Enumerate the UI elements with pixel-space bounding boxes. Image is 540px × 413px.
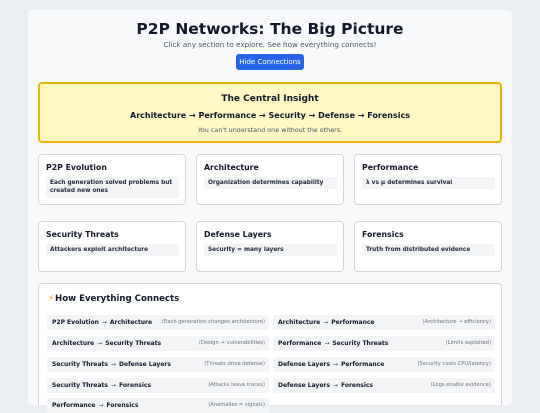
page-subtitle: Click any section to explore. See how ev… <box>163 40 377 49</box>
connection-from: Performance <box>278 340 322 347</box>
connection-note: (Design → vulnerabilities) <box>198 340 265 346</box>
connection-from: Performance <box>52 402 96 409</box>
connection-to: Security Threats <box>332 340 389 347</box>
section-card-security-threats[interactable]: Security Threats Attackers exploit archi… <box>38 221 186 272</box>
section-title: Defense Layers <box>204 230 272 239</box>
arrow-icon: → <box>101 319 107 326</box>
arrow-icon: → <box>97 340 103 347</box>
hide-connections-button[interactable]: Hide Connections <box>236 54 304 70</box>
connections-title-text: How Everything Connects <box>55 294 180 304</box>
connection-from: Defense Layers <box>278 361 330 368</box>
connection-row[interactable]: Security Threats → Defense Layers (Threats… <box>47 357 269 372</box>
connection-row[interactable]: Architecture → Security Threats (Design → … <box>47 336 269 351</box>
connection-from: Security Threats <box>52 361 108 368</box>
insight-title: The Central Insight <box>221 94 319 104</box>
connection-to: Forensics <box>340 382 374 389</box>
section-summary: Security = many layers <box>204 244 337 257</box>
section-title: P2P Evolution <box>46 163 107 172</box>
arrow-icon: → <box>110 361 117 368</box>
section-card-forensics[interactable]: Forensics Truth from distributed evidenc… <box>354 221 502 272</box>
section-card-performance[interactable]: Performance λ vs μ determines survival <box>354 154 502 205</box>
section-title: Architecture <box>204 163 259 172</box>
connection-to: Architecture <box>109 319 153 326</box>
connection-row[interactable]: P2P Evolution → Architecture (Each generat… <box>47 315 269 330</box>
arrow-icon: → <box>110 382 117 389</box>
section-card-defense-layers[interactable]: Defense Layers Security = many layers <box>196 221 344 272</box>
connection-to: Performance <box>340 361 385 368</box>
connection-note: (Threats drive defense) <box>204 361 265 367</box>
connection-note: (Anomalies = signals) <box>208 402 265 408</box>
section-summary: λ vs μ determines survival <box>362 177 495 190</box>
connection-to: Forensics <box>106 402 139 409</box>
section-card-architecture[interactable]: Architecture Organization determines cap… <box>196 154 344 205</box>
central-insight-panel: The Central Insight Architecture → Perfo… <box>38 82 502 143</box>
connections-title: ⚡How Everything Connects <box>48 294 179 304</box>
connection-from: Architecture <box>278 319 321 326</box>
connection-from: Security Threats <box>52 382 108 389</box>
connection-row[interactable]: Defense Layers → Performance (Security cos… <box>273 357 495 372</box>
section-title: Performance <box>362 163 419 172</box>
connection-note: (Each generation changes architecture) <box>162 319 265 325</box>
connection-note: (Logs enable evidence) <box>430 382 491 388</box>
connection-row[interactable]: Performance → Security Threats (Limits exp… <box>273 336 495 351</box>
lightning-icon: ⚡ <box>48 294 55 304</box>
connection-note: (Attacks leave traces) <box>208 382 265 388</box>
connection-to: Defense Layers <box>119 361 171 368</box>
connection-row[interactable]: Performance → Forensics (Anomalies = signa… <box>47 398 269 413</box>
insight-chain: Architecture → Performance → Security → … <box>130 111 410 120</box>
connection-note: (Security costs CPU/latency) <box>417 361 491 367</box>
section-summary: Attackers exploit architecture <box>46 244 179 257</box>
connection-note: (Architecture → efficiency) <box>422 319 491 325</box>
arrow-icon: → <box>332 382 338 389</box>
connection-from: P2P Evolution <box>52 319 99 326</box>
section-summary: Each generation solved problems but crea… <box>46 177 179 198</box>
arrow-icon: → <box>324 340 330 347</box>
connection-row[interactable]: Security Threats → Forensics (Attacks leav… <box>47 378 269 393</box>
arrow-icon: → <box>323 319 329 326</box>
section-summary: Truth from distributed evidence <box>362 244 495 257</box>
connection-from: Architecture <box>52 340 95 347</box>
connection-note: (Limits exploited) <box>445 340 491 346</box>
connection-from: Defense Layers <box>278 382 330 389</box>
connection-row[interactable]: Defense Layers → Forensics (Logs enable ev… <box>273 378 495 393</box>
connection-row[interactable]: Architecture → Performance (Architecture →… <box>273 315 495 330</box>
connection-to: Performance <box>331 319 375 326</box>
section-card-p2p-evolution[interactable]: P2P Evolution Each generation solved pro… <box>38 154 186 205</box>
connection-to: Forensics <box>119 382 152 389</box>
arrow-icon: → <box>98 402 104 409</box>
connection-to: Security Threats <box>105 340 162 347</box>
insight-note: You can't understand one without the oth… <box>197 126 343 134</box>
section-summary: Organization determines capability <box>204 177 337 190</box>
arrow-icon: → <box>332 361 338 368</box>
page-title: P2P Networks: The Big Picture <box>136 20 404 38</box>
page-container: P2P Networks: The Big Picture Click any … <box>28 10 512 413</box>
connections-panel: ⚡How Everything Connects P2P Evolution → A… <box>38 283 502 413</box>
section-title: Forensics <box>362 230 404 239</box>
section-title: Security Threats <box>46 230 119 239</box>
